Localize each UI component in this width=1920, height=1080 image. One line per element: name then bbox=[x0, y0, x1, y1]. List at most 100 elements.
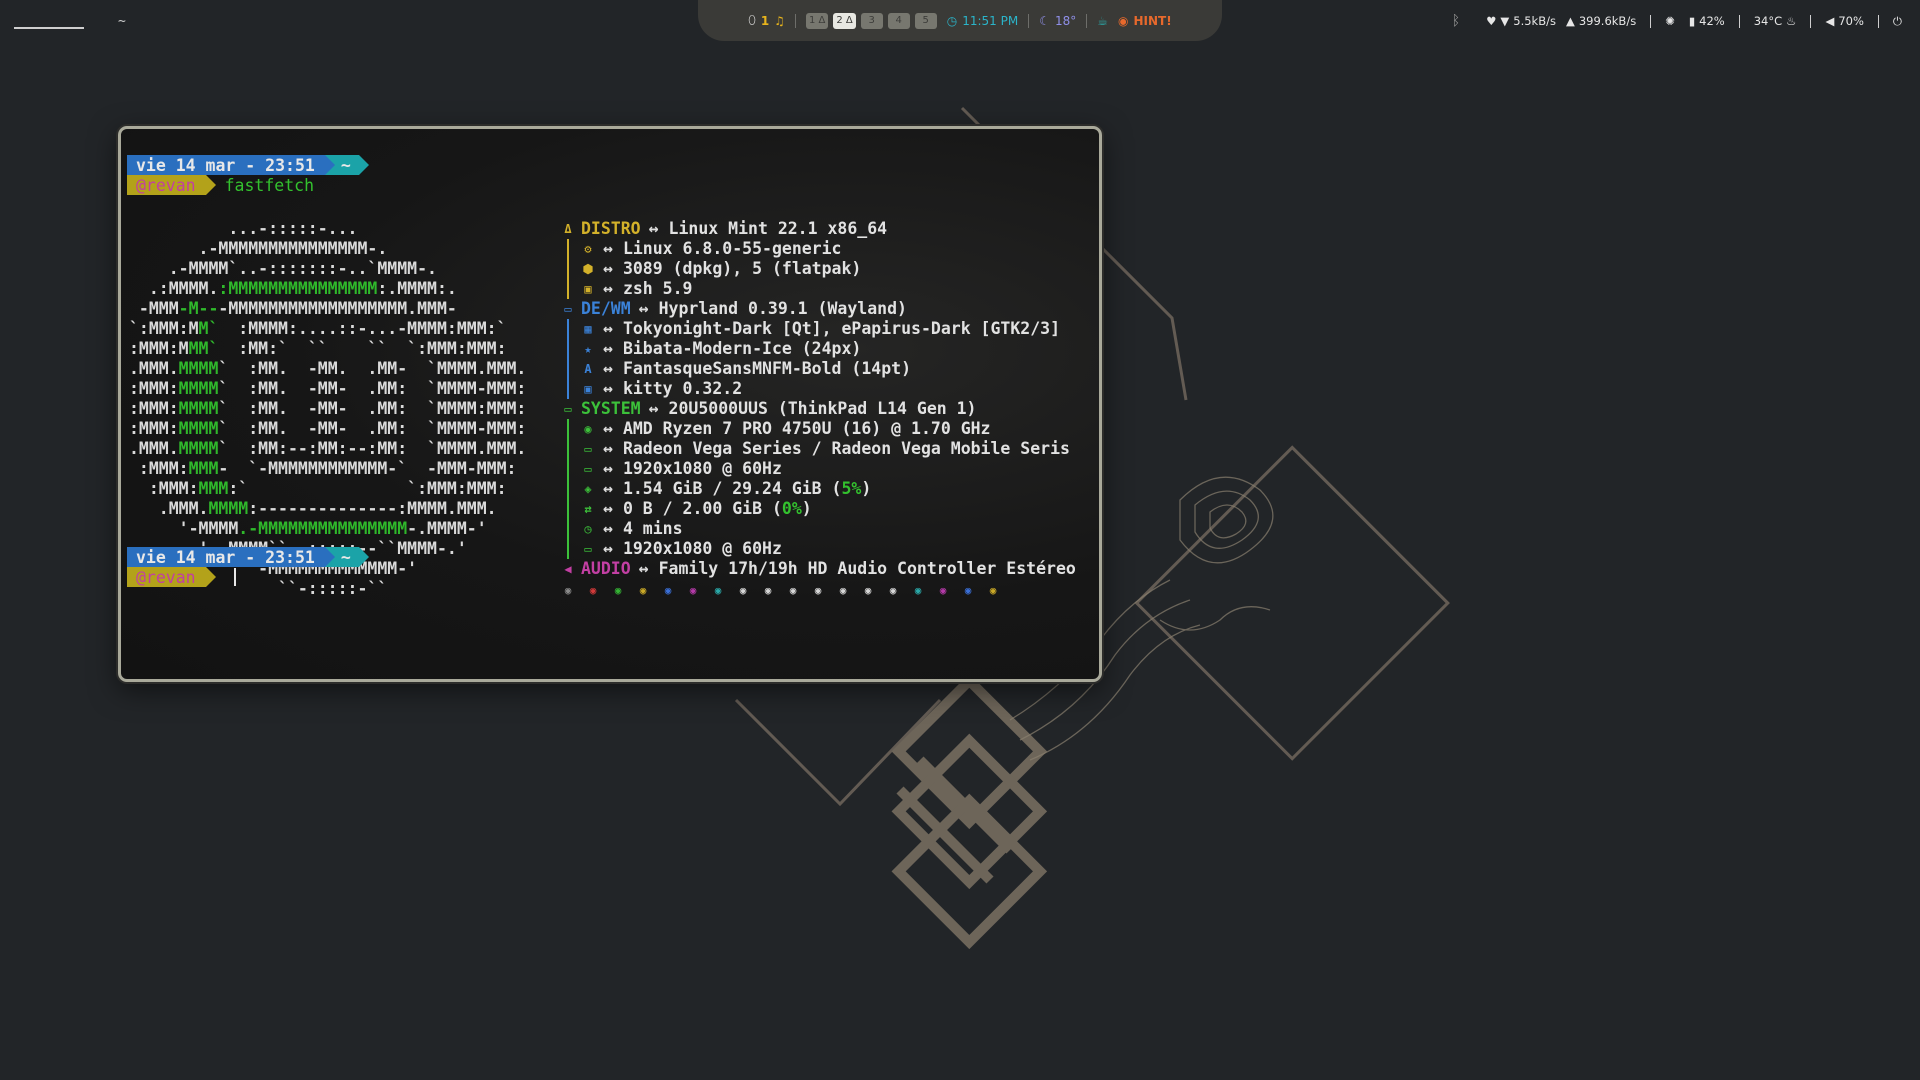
info-value: 3089 (dpkg), 5 (flatpak) bbox=[622, 259, 862, 278]
workspace-switcher: 1 Δ 2 Δ 3 4 5 bbox=[805, 12, 937, 29]
volume-icon: ◀ bbox=[1825, 14, 1835, 28]
separator bbox=[794, 13, 796, 28]
info-item: A ↔ FantasqueSansMNFM-Bold (14pt) bbox=[561, 359, 1076, 379]
ascii-line: :MMM:MMMM` :MM. -MM- .MM: `MMMM:MMM: bbox=[129, 399, 527, 418]
system-items: ◉ ↔ AMD Ryzen 7 PRO 4750U (16) @ 1.70 GHz ▭… bbox=[561, 419, 1076, 559]
color-dot: ◉ bbox=[664, 584, 672, 597]
arrow: ↔ bbox=[603, 419, 613, 438]
settings-icon[interactable]: ✺ bbox=[1665, 14, 1675, 28]
info-value: zsh 5.9 bbox=[622, 279, 693, 298]
bluetooth-icon[interactable]: ᛒ bbox=[1452, 13, 1460, 29]
color-dot: ◉ bbox=[939, 584, 947, 597]
ascii-line: .MMM.MMMM` :MM. -MM. .MM- `MMMM.MMM. bbox=[129, 359, 527, 378]
topbar-left: ~ bbox=[14, 8, 126, 34]
separator bbox=[1877, 14, 1879, 28]
info-item: ⇄ ↔ 0 B / 2.00 GiB (0%) bbox=[561, 499, 1076, 519]
ascii-line: .:MMMM.:MMMMMMMMMMMMMMM:.MMMM:. bbox=[129, 279, 457, 298]
clock-icon: ◷ bbox=[584, 522, 592, 536]
color-dot: ◉ bbox=[714, 584, 722, 597]
cursor-icon: ★ bbox=[584, 342, 592, 356]
ascii-line: :MMM:MMMM` :MM. -MM- .MM: `MMMM-MMM: bbox=[129, 379, 527, 398]
workspace-2[interactable]: 2 Δ bbox=[833, 12, 856, 29]
prompt-user: @revan bbox=[127, 567, 206, 587]
topbar-center: ⬯ 1 ♫ 1 Δ 2 Δ 3 4 5 ◷ 11:51 PM ☾ 18° ☕ ◉… bbox=[698, 0, 1222, 41]
dewm-value: Hyprland 0.39.1 (Wayland) bbox=[658, 299, 907, 318]
prompt-dir: ~ bbox=[334, 155, 359, 175]
workspace-tilde[interactable]: ~ bbox=[118, 14, 126, 29]
hint[interactable]: HINT! bbox=[1134, 14, 1172, 28]
upload-speed: 399.6kB/s bbox=[1578, 14, 1637, 28]
workspace-4[interactable]: 4 bbox=[887, 12, 910, 29]
clock[interactable]: 11:51 PM bbox=[962, 14, 1018, 28]
info-value: 0 B / 2.00 GiB (0%) bbox=[622, 499, 812, 518]
ascii-line: :MMM:MMMM` :MM. -MM- .MM: `MMMM-MMM: bbox=[129, 419, 527, 438]
prompt-arrow bbox=[324, 547, 335, 567]
system-label: SYSTEM bbox=[581, 399, 641, 418]
arrow: ↔ bbox=[603, 279, 613, 298]
info-item: ▦ ↔ Tokyonight-Dark [Qt], ePapirus-Dark [G… bbox=[561, 319, 1076, 339]
prompt-input-line[interactable]: @revan bbox=[127, 567, 236, 587]
command-text: fastfetch bbox=[224, 175, 315, 195]
info-item: ◉ ↔ AMD Ryzen 7 PRO 4750U (16) @ 1.70 GHz bbox=[561, 419, 1076, 439]
chip-icon: ▭ bbox=[564, 402, 572, 416]
separator bbox=[1650, 14, 1652, 28]
info-value: 1920x1080 @ 60Hz bbox=[622, 459, 782, 478]
prompt-date-line: vie 14 mar - 23:51 ~ bbox=[127, 155, 369, 175]
notif-count[interactable]: 1 bbox=[761, 14, 769, 28]
info-value: 4 mins bbox=[622, 519, 683, 538]
ascii-line: :MMM:MMM` :MM:` `` `` `:MMM:MMM: bbox=[129, 339, 507, 358]
info-item: ▭ ↔ Radeon Vega Series / Radeon Vega Mobil… bbox=[561, 439, 1076, 459]
arrow: ↔ bbox=[603, 319, 613, 338]
package-icon: ⬢ bbox=[582, 262, 594, 276]
info-item: ▭ ↔ 1920x1080 @ 60Hz bbox=[561, 459, 1076, 479]
arrow: ↔ bbox=[603, 359, 613, 378]
info-value: 1.54 GiB / 29.24 GiB (5%) bbox=[622, 479, 872, 498]
audio-row: ◀ AUDIO ↔ Family 17h/19h HD Audio Contro… bbox=[561, 559, 1075, 579]
info-item: ▣ ↔ kitty 0.32.2 bbox=[561, 379, 1076, 399]
color-palette: ◉ ◉ ◉ ◉ ◉ ◉ ◉ ◉ ◉ ◉ ◉ ◉ ◉ ◉ ◉ ◉ ◉ ◉ bbox=[561, 581, 1076, 601]
swap-icon: ⇄ bbox=[584, 502, 592, 516]
color-dot: ◉ bbox=[839, 584, 847, 597]
theme-icon: ▦ bbox=[584, 322, 592, 336]
volume[interactable]: 70% bbox=[1838, 14, 1864, 28]
bell-icon[interactable]: ♫ bbox=[774, 14, 785, 28]
arrow: ↔ bbox=[648, 219, 659, 238]
ascii-line: :MMM:MMM:` `:MMM:MMM: bbox=[129, 479, 507, 498]
arrow: ↔ bbox=[603, 459, 613, 478]
prompt-arrow bbox=[358, 155, 369, 175]
workspace-5[interactable]: 5 bbox=[914, 12, 937, 29]
download-icon: ▼ bbox=[1500, 14, 1510, 28]
color-dot: ◉ bbox=[889, 584, 897, 597]
text-cursor bbox=[233, 568, 236, 586]
color-dot: ◉ bbox=[739, 584, 747, 597]
idle-icon[interactable]: ☕ bbox=[1097, 14, 1108, 28]
prompt-arrow bbox=[205, 175, 216, 195]
ascii-line: '-MMMM.-MMMMMMMMMMMMMMM-.MMMM-' bbox=[129, 519, 487, 538]
prompt-arrow bbox=[205, 567, 216, 587]
info-item: ◈ ↔ 1.54 GiB / 29.24 GiB (5%) bbox=[561, 479, 1076, 499]
separator bbox=[1086, 13, 1088, 28]
color-dot: ◉ bbox=[789, 584, 797, 597]
color-dot: ◉ bbox=[814, 584, 822, 597]
hint-icon: ◉ bbox=[1118, 13, 1129, 28]
memory-icon: ◈ bbox=[584, 482, 592, 496]
terminal-icon: ▣ bbox=[584, 282, 592, 296]
monitor-icon: ▭ bbox=[584, 462, 592, 476]
cpu-icon: ◉ bbox=[584, 422, 592, 436]
brightness[interactable]: 42% bbox=[1699, 14, 1725, 28]
workspace-3[interactable]: 3 bbox=[860, 12, 883, 29]
info-value: FantasqueSansMNFM-Bold (14pt) bbox=[622, 359, 912, 378]
wifi-icon[interactable]: ♥ bbox=[1486, 14, 1496, 28]
power-icon[interactable]: ⏻ bbox=[1893, 14, 1902, 29]
info-item: ◷ ↔ 4 mins bbox=[561, 519, 1076, 539]
workspace-1[interactable]: 1 Δ bbox=[805, 12, 829, 29]
arrow: ↔ bbox=[638, 559, 649, 578]
topbar-right: ᛒ ♥ ▼ 5.5kB/s ▲ 399.6kB/s ✺ ▮ 42% 34°C ♨… bbox=[1452, 10, 1902, 32]
terminal-window[interactable]: vie 14 mar - 23:51 ~ @revan fastfetch ..… bbox=[118, 126, 1102, 682]
color-dot: ◉ bbox=[914, 584, 922, 597]
weather[interactable]: 18° bbox=[1055, 14, 1076, 28]
dewm-items: ▦ ↔ Tokyonight-Dark [Qt], ePapirus-Dark [G… bbox=[561, 319, 1076, 399]
terminal-icon: ▣ bbox=[584, 382, 592, 396]
active-workspace-indicator[interactable] bbox=[14, 13, 84, 29]
info-value: Linux 6.8.0-55-generic bbox=[622, 239, 842, 258]
